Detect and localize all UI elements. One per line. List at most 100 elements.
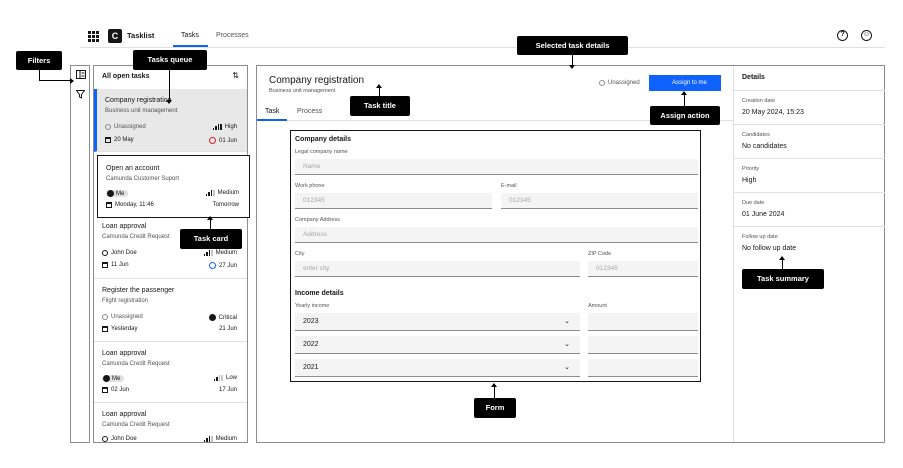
arrow-up-icon: [681, 91, 687, 95]
task-card[interactable]: Loan approval Camunda Credit Request Joh…: [94, 403, 247, 442]
user-avatar-icon: [102, 250, 108, 256]
yearly-income-select[interactable]: 2022 ⌄: [295, 336, 580, 354]
arrow-up-icon: [207, 216, 213, 220]
yearly-income-label: Yearly income: [295, 303, 330, 309]
callout-tasks-queue: Tasks queue: [133, 50, 207, 70]
active-tab-indicator: [257, 119, 287, 121]
detail-row-priority: Priority High: [734, 158, 885, 192]
tab-task[interactable]: Task: [265, 108, 279, 115]
card-due: 17 Jun: [218, 387, 237, 393]
user-avatar-icon: [103, 375, 110, 382]
chevron-down-icon: ⌄: [564, 364, 570, 371]
details-heading: Details: [742, 74, 765, 81]
assignee-status: Unassigned: [599, 80, 640, 86]
sort-icon[interactable]: ⇅: [232, 71, 239, 80]
tab-process[interactable]: Process: [297, 108, 322, 115]
card-assignee: Me: [102, 375, 125, 382]
user-icon[interactable]: ☺: [861, 30, 872, 41]
card-subtitle: Flight registration: [102, 298, 149, 304]
card-assignee: John Doe: [102, 250, 137, 256]
priority-high-icon: [212, 124, 222, 130]
connector-line: [782, 259, 783, 269]
card-due: 01 Jun: [208, 137, 237, 144]
task-card[interactable]: Loan approval Camunda Credit Request Me …: [94, 342, 247, 403]
priority-medium-icon: [203, 436, 213, 442]
legal-name-label: Legal company name: [295, 149, 348, 155]
callout-selected-task-details: Selected task details: [517, 36, 628, 55]
card-date: 02 Jun: [102, 387, 129, 393]
arrow-right-icon: [70, 78, 74, 84]
chevron-down-icon: ⌄: [564, 318, 570, 325]
address-input[interactable]: Address: [295, 227, 698, 243]
card-assignee: Unassigned: [102, 314, 143, 320]
active-tab-indicator: [173, 45, 208, 47]
card-subtitle: Camunda Credit Request: [102, 234, 170, 240]
phone-label: Work phone: [295, 183, 325, 189]
priority-low-icon: [213, 375, 223, 381]
callout-filters: Filters: [16, 51, 62, 70]
task-title: Company registration: [269, 75, 365, 86]
amount-input[interactable]: [588, 336, 698, 354]
amount-label: Amount: [588, 303, 607, 309]
task-card-highlighted[interactable]: Open an account Camunda Customer Suport …: [97, 155, 250, 218]
queue-title: All open tasks: [102, 73, 150, 80]
card-date: 20 May: [105, 137, 134, 143]
calendar-icon: [105, 137, 111, 143]
user-avatar-icon: [102, 436, 108, 442]
amount-input[interactable]: [588, 313, 698, 331]
card-title: Register the passenger: [102, 287, 175, 294]
card-date: 11 Jun: [102, 262, 129, 268]
task-card[interactable]: Company registration Business unit manag…: [94, 89, 247, 152]
arrow-up-icon: [779, 256, 785, 260]
arrow-up-icon: [491, 383, 497, 387]
detail-row-creation-date: Creation date 20 May 2024, 15:23: [734, 90, 885, 124]
task-card[interactable]: Register the passenger Flight registrati…: [94, 279, 247, 342]
funnel-icon[interactable]: [75, 90, 86, 100]
help-icon[interactable]: ?: [837, 30, 848, 41]
city-input[interactable]: enter city: [295, 261, 580, 277]
connector-line: [684, 94, 685, 106]
app-name: Tasklist: [127, 31, 155, 40]
email-input[interactable]: 012345: [501, 193, 698, 209]
card-due: 27 Jun: [208, 262, 237, 269]
card-priority: Critical: [208, 314, 237, 321]
top-navigation-bar: C Tasklist Tasks Processes ? ☺: [80, 25, 885, 48]
filters-rail: [70, 65, 90, 443]
card-subtitle: Camunda Credit Request: [102, 361, 170, 367]
tasks-queue: All open tasks ⇅ Company registration Bu…: [93, 65, 248, 443]
card-assignee: Me: [106, 190, 129, 197]
priority-critical-icon: [208, 314, 216, 321]
email-label: E-mail: [501, 183, 517, 189]
tab-processes[interactable]: Processes: [216, 32, 249, 39]
income-details-heading: Income details: [295, 290, 344, 297]
arrow-down-icon: [569, 65, 575, 69]
card-subtitle: Business unit management: [105, 108, 178, 114]
arrow-down-icon: [166, 100, 172, 104]
tab-tasks[interactable]: Tasks: [181, 32, 199, 39]
legal-name-input[interactable]: Name: [295, 159, 698, 175]
filter-panel-icon[interactable]: [75, 70, 86, 80]
calendar-icon: [106, 202, 112, 208]
connector-line: [494, 386, 495, 398]
city-label: City: [295, 251, 305, 257]
address-label: Company Address: [295, 217, 340, 223]
card-subtitle: Camunda Customer Suport: [106, 176, 180, 182]
assign-to-me-button[interactable]: Assign to me: [649, 75, 721, 91]
phone-input[interactable]: 012345: [295, 193, 492, 209]
task-form: Company details Legal company name Name …: [290, 130, 701, 382]
detail-row-follow-up-date: Follow up date No follow up date: [734, 226, 885, 260]
callout-task-card: Task card: [180, 229, 242, 249]
yearly-income-select[interactable]: 2021 ⌄: [295, 359, 580, 377]
connector-line: [39, 80, 71, 81]
card-due: Tomorrow: [212, 202, 239, 208]
card-title: Loan approval: [102, 350, 147, 357]
camunda-logo: C: [108, 29, 122, 43]
due-clock-icon: [208, 262, 216, 269]
amount-input[interactable]: [588, 359, 698, 377]
card-date: Yesterday: [102, 326, 137, 332]
card-priority: Low: [213, 375, 237, 381]
app-switcher-icon[interactable]: [88, 31, 99, 42]
chevron-down-icon: ⌄: [564, 341, 570, 348]
zip-input[interactable]: 012345: [588, 261, 698, 277]
yearly-income-select[interactable]: 2023 ⌄: [295, 313, 580, 331]
